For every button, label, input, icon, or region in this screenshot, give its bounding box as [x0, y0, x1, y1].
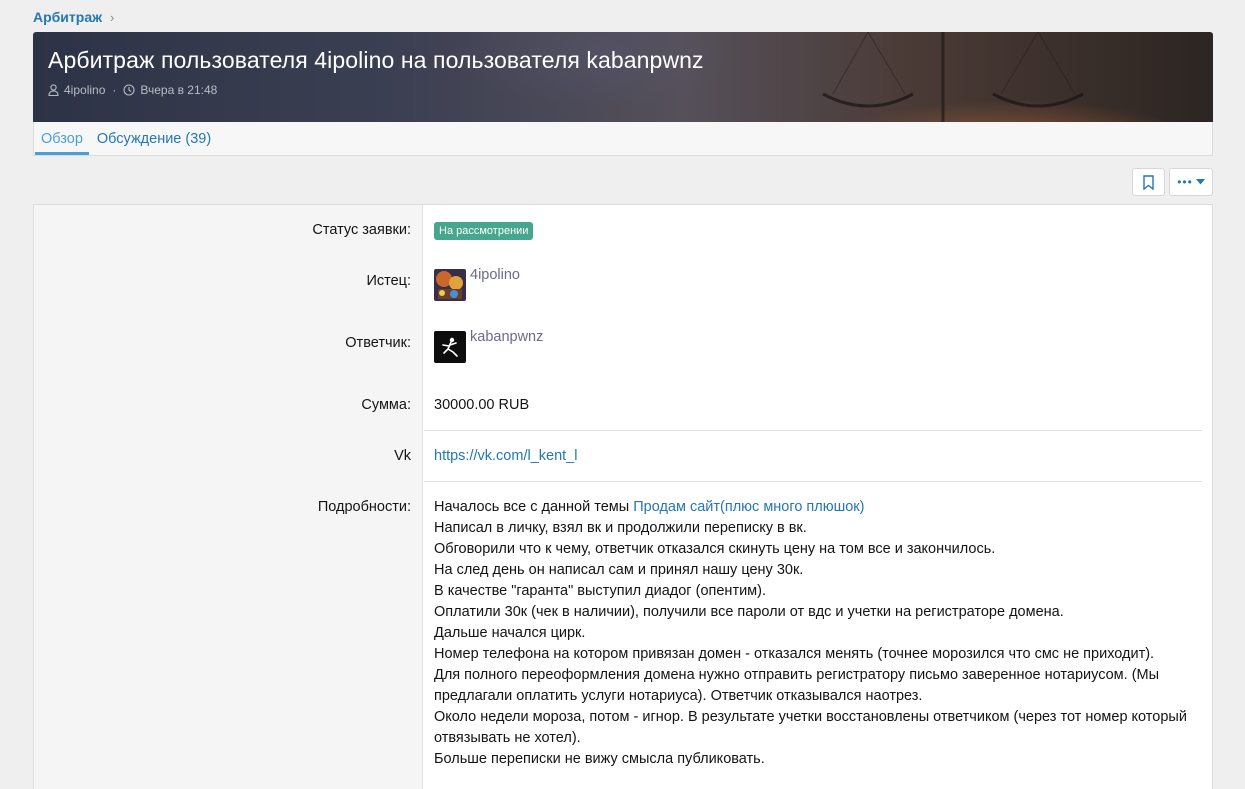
breadcrumb: Арбитраж › [33, 9, 114, 25]
plaintiff-username[interactable]: 4ipolino [470, 267, 520, 283]
vk-link[interactable]: https://vk.com/l_kent_l [434, 448, 577, 464]
plaintiff-label: Истец: [366, 273, 411, 289]
plaintiff-avatar[interactable] [434, 269, 466, 301]
details-line: В качестве "гаранта" выступил диадог (оп… [434, 583, 767, 599]
scales-illustration [822, 32, 1084, 122]
details-line: Номер телефона на котором привязан домен… [434, 646, 1155, 662]
user-icon [48, 84, 59, 96]
status-badge: На рассмотрении [434, 222, 534, 240]
details-intro-text: Началось все с данной темы [434, 499, 634, 515]
page-title: Арбитраж пользователя 4ipolino на пользо… [48, 47, 704, 73]
details-line: Около недели мороза, потом - игнор. В ре… [434, 709, 1187, 746]
tab-overview[interactable]: Обзор [35, 122, 89, 155]
arbitration-details-panel: Статус заявки: На рассмотрении Истец: 4i… [33, 204, 1213, 789]
details-line: Для полного переоформления домена нужно … [434, 667, 1160, 704]
details-line: На след день он написал сам и принял наш… [434, 562, 804, 578]
divider [424, 481, 1202, 482]
status-label: Статус заявки: [312, 222, 411, 238]
vk-label: Vk [394, 448, 411, 464]
details-label: Подробности: [317, 499, 411, 515]
amount-label: Сумма: [361, 397, 411, 413]
labels-column [34, 205, 423, 789]
details-intro: Началось все с данной темы Продам сайт(п… [434, 497, 1194, 518]
more-options-label: ••• [1177, 175, 1193, 189]
thread-date[interactable]: Вчера в 21:48 [140, 83, 217, 97]
tab-discussion[interactable]: Обсуждение (39) [91, 122, 217, 155]
amount-value: 30000.00 RUB [434, 397, 530, 413]
details-line: Написал в личку, взял вк и продолжили пе… [434, 520, 807, 536]
breadcrumb-item-arbitration[interactable]: Арбитраж [33, 9, 102, 25]
thread-meta: 4ipolino · Вчера в 21:48 [48, 83, 217, 97]
details-line: Дальше начался цирк. [434, 625, 586, 641]
details-line: Оплатили 30к (чек в наличии), получили в… [434, 604, 1064, 620]
clock-icon [123, 84, 135, 96]
details-line: Обговорили что к чему, ответчик отказалс… [434, 541, 996, 557]
defendant-user[interactable]: kabanpwnz [434, 329, 543, 363]
defendant-username[interactable]: kabanpwnz [470, 329, 543, 345]
plaintiff-user[interactable]: 4ipolino [434, 267, 520, 301]
thread-banner: Арбитраж пользователя 4ipolino на пользо… [33, 32, 1213, 122]
chevron-right-icon: › [110, 9, 115, 25]
divider [424, 430, 1202, 431]
bookmark-button[interactable] [1132, 168, 1165, 196]
caret-down-icon [1195, 179, 1205, 185]
defendant-avatar[interactable] [434, 331, 466, 363]
thread-author[interactable]: 4ipolino [64, 83, 105, 97]
defendant-label: Ответчик: [345, 335, 411, 351]
status-value: На рассмотрении [434, 222, 534, 240]
topic-link[interactable]: Продам сайт(плюс много плюшок) [633, 499, 864, 515]
tab-bar: Обзор Обсуждение (39) [33, 122, 1213, 156]
bookmark-icon [1143, 174, 1154, 190]
more-options-button[interactable]: ••• [1169, 168, 1213, 196]
meta-separator: · [112, 83, 117, 97]
details-text: Началось все с данной темы Продам сайт(п… [434, 497, 1194, 770]
details-line: Больше переписки не вижу смысла публиков… [434, 751, 765, 767]
thread-actions: ••• [1132, 168, 1213, 196]
